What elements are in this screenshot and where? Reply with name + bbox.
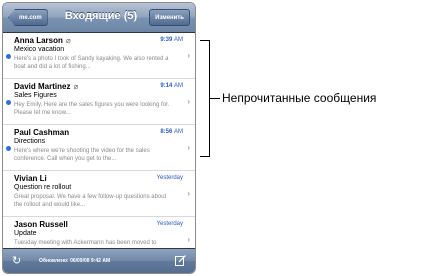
message-subject: Question re rollout [14,184,72,191]
message-row[interactable]: David Martinez ⌀ 9:14 AM Sales Figures He… [3,79,195,125]
callout-leader-line [209,98,220,99]
message-list: Anna Larson ⌀ 9:39 AM Mexico vacation Her… [3,33,195,263]
paperclip-icon: ⌀ [73,82,79,91]
chevron-right-icon: › [187,235,190,244]
page-title: Входящие (5) [64,10,138,22]
navigation-bar: me.com Входящие (5) Изменить [3,3,195,33]
message-time: Yesterday [156,221,183,227]
unread-dot-icon [6,100,11,105]
message-ampm: AM [174,129,183,135]
unread-dot-icon [6,146,11,151]
chevron-right-icon: › [187,97,190,106]
message-time: 9:14 [160,83,173,89]
message-subject: Directions [14,138,46,145]
message-row[interactable]: Vivian Li Yesterday Question re rollout … [3,171,195,217]
updated-status: Обновлено: 06/09/08 9:42 AM [39,258,111,264]
message-preview: Here's a photo I took of Sandy kayaking.… [14,56,169,70]
message-preview: Hey Emily, Here are the sales figures yo… [14,102,170,116]
message-time: 8:56 [160,129,173,135]
bottom-toolbar: ↻ Обновлено: 06/09/08 9:42 AM [3,248,195,273]
message-sender: Vivian Li [14,174,47,183]
edit-button[interactable]: Изменить [149,9,190,26]
message-preview: Great proposal. We have a few follow-up … [14,194,167,208]
back-button[interactable]: me.com [8,9,48,26]
message-ampm: AM [174,37,183,43]
message-sender: Jason Russell [14,220,68,229]
message-time: Yesterday [156,175,183,181]
message-ampm: AM [174,83,183,89]
message-row[interactable]: Anna Larson ⌀ 9:39 AM Mexico vacation Her… [3,33,195,79]
message-time: 9:39 [160,37,173,43]
callout-label: Непрочитанные сообщения [222,91,377,105]
unread-dot-icon [6,54,11,59]
compose-icon[interactable] [175,255,186,266]
message-sender: David Martinez [14,82,71,91]
message-sender: Anna Larson [14,36,63,45]
message-row[interactable]: Paul Cashman 8:56 AM Directions Here's w… [3,125,195,171]
message-subject: Mexico vacation [14,46,65,53]
chevron-right-icon: › [187,189,190,198]
refresh-icon[interactable]: ↻ [12,254,21,267]
chevron-right-icon: › [187,143,190,152]
paperclip-icon: ⌀ [65,36,71,45]
message-preview: Here's where we're shooting the video fo… [14,148,150,162]
chevron-right-icon: › [187,51,190,60]
iphone-mail-screen: me.com Входящие (5) Изменить Anna Larson… [2,2,196,274]
message-sender: Paul Cashman [14,128,70,137]
message-subject: Update [14,230,37,237]
message-subject: Sales Figures [14,92,57,99]
